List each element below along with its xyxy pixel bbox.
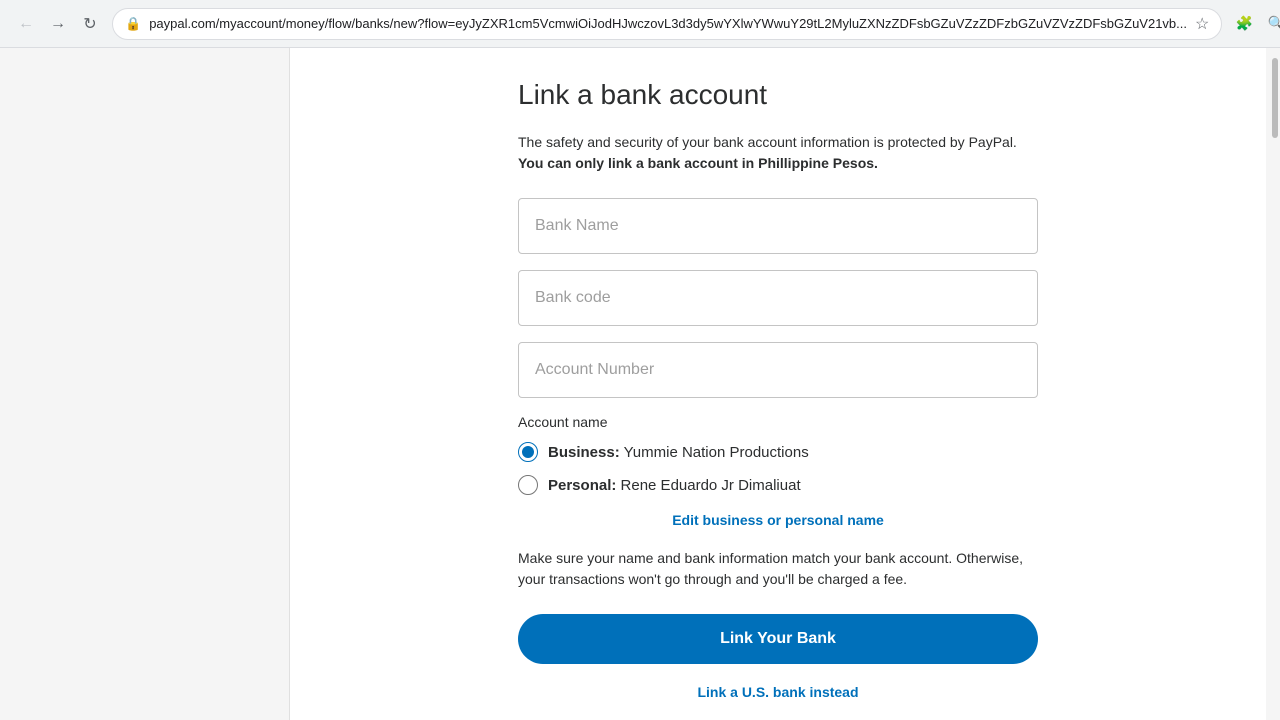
- personal-label-rest: Rene Eduardo Jr Dimaliuat: [621, 477, 801, 494]
- search-labs-button[interactable]: 🔍: [1262, 10, 1280, 38]
- personal-radio-option[interactable]: Personal: Rene Eduardo Jr Dimaliuat: [518, 475, 1038, 496]
- page-title: Link a bank account: [518, 78, 1038, 112]
- lock-icon: 🔒: [125, 16, 141, 32]
- forward-button[interactable]: →: [44, 10, 72, 38]
- main-content: Link a bank account The safety and secur…: [290, 48, 1266, 720]
- description-part1: The safety and security of your bank acc…: [518, 134, 1017, 150]
- business-label-rest: Yummie Nation Productions: [624, 444, 809, 461]
- page-content: Link a bank account The safety and secur…: [0, 48, 1280, 720]
- account-number-input[interactable]: [518, 342, 1038, 398]
- account-number-group: [518, 342, 1038, 398]
- scrollbar-thumb[interactable]: [1272, 58, 1278, 138]
- business-radio-label: Business: Yummie Nation Productions: [548, 442, 809, 463]
- personal-radio-label: Personal: Rene Eduardo Jr Dimaliuat: [548, 475, 801, 496]
- sidebar: [0, 48, 290, 720]
- address-bar[interactable]: 🔒 paypal.com/myaccount/money/flow/banks/…: [112, 8, 1222, 40]
- personal-label-strong: Personal:: [548, 477, 616, 494]
- account-name-radio-group: Business: Yummie Nation Productions Pers…: [518, 442, 1038, 496]
- browser-chrome: ← → ↻ 🔒 paypal.com/myaccount/money/flow/…: [0, 0, 1280, 48]
- edit-name-link[interactable]: Edit business or personal name: [518, 512, 1038, 528]
- business-radio-input[interactable]: [518, 442, 538, 462]
- description-part2: You can only link a bank account in Phil…: [518, 155, 878, 171]
- us-bank-link[interactable]: Link a U.S. bank instead: [518, 684, 1038, 700]
- description: The safety and security of your bank acc…: [518, 132, 1038, 174]
- account-name-label: Account name: [518, 414, 1038, 430]
- url-text: paypal.com/myaccount/money/flow/banks/ne…: [149, 16, 1187, 31]
- reload-button[interactable]: ↻: [76, 10, 104, 38]
- bank-code-group: [518, 270, 1038, 326]
- bank-name-input[interactable]: [518, 198, 1038, 254]
- star-icon[interactable]: ☆: [1195, 14, 1209, 34]
- warning-text: Make sure your name and bank information…: [518, 548, 1038, 590]
- bank-name-group: [518, 198, 1038, 254]
- toolbar-icons: 🧩 🔍 Y G: [1230, 10, 1280, 38]
- link-bank-button[interactable]: Link Your Bank: [518, 614, 1038, 664]
- personal-radio-input[interactable]: [518, 475, 538, 495]
- business-label-strong: Business:: [548, 444, 620, 461]
- form-container: Link a bank account The safety and secur…: [518, 68, 1038, 700]
- business-radio-option[interactable]: Business: Yummie Nation Productions: [518, 442, 1038, 463]
- back-button[interactable]: ←: [12, 10, 40, 38]
- nav-buttons: ← → ↻: [12, 10, 104, 38]
- extensions-button[interactable]: 🧩: [1230, 10, 1258, 38]
- scrollbar-area: [1266, 48, 1280, 720]
- bank-code-input[interactable]: [518, 270, 1038, 326]
